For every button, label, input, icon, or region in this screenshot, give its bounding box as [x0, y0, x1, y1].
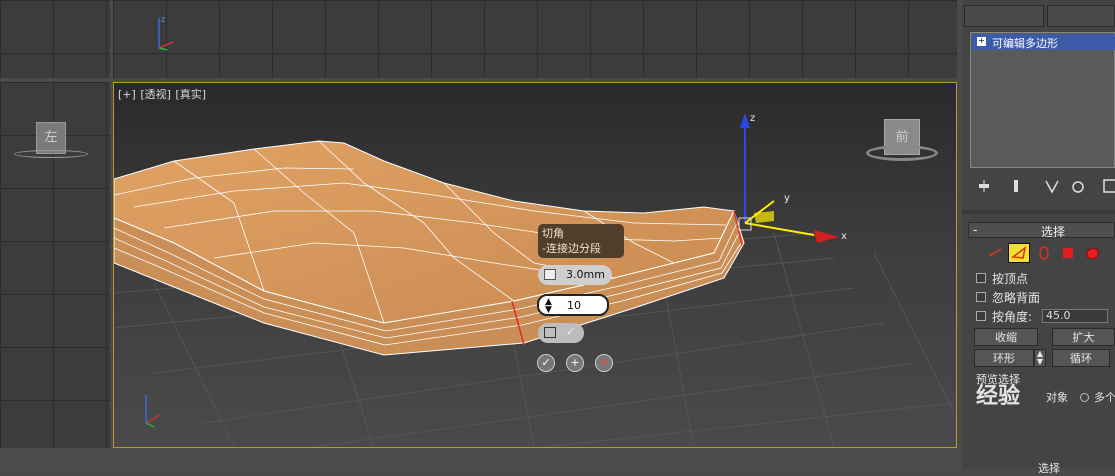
- selection-rollout-title: 选择: [1041, 225, 1066, 239]
- viewcube-face-label: 左: [44, 130, 58, 145]
- caddy-title: 切角: [542, 227, 564, 240]
- by-vertex-label: 按顶点: [992, 272, 1029, 286]
- caddy-cancel-button[interactable]: ✕: [595, 354, 613, 372]
- ignore-backfacing-label: 忽略背面: [992, 291, 1041, 305]
- expand-icon[interactable]: +: [977, 37, 986, 46]
- selection-rollout-header[interactable]: - 选择: [968, 222, 1115, 239]
- angle-value[interactable]: 45.0: [1046, 309, 1071, 322]
- status-strip: [0, 450, 962, 469]
- bottom-partial-label: 选择: [1038, 462, 1060, 475]
- connect-segments-field[interactable]: ▲ ▼ 10: [537, 294, 609, 316]
- viewcube-face-label: 前: [895, 130, 909, 145]
- loop-button[interactable]: 循环: [1052, 349, 1110, 367]
- viewport-front[interactable]: z: [113, 0, 957, 78]
- shrink-button[interactable]: 收缩: [974, 328, 1038, 346]
- panel-divider: [962, 210, 1115, 214]
- command-panel: + 可编辑多边形 - 选择 按顶点 忽略背面 按角度: 45.0 收缩 扩大 环…: [962, 0, 1115, 475]
- amount-value: 3.0mm: [566, 268, 605, 281]
- modifier-stack-item[interactable]: + 可编辑多边形: [972, 34, 1115, 50]
- viewport-left[interactable]: 左: [0, 82, 110, 448]
- collapse-toggle[interactable]: -: [973, 223, 977, 237]
- angle-input[interactable]: 45.0: [1042, 309, 1108, 323]
- by-angle-label: 按角度:: [992, 310, 1033, 324]
- grid-icon: [544, 327, 556, 338]
- chamfer-amount-field[interactable]: 3.0mm: [538, 265, 612, 285]
- caddy-extra-field[interactable]: ✓: [538, 323, 584, 343]
- ignore-backfacing-checkbox[interactable]: [976, 292, 986, 302]
- transform-gizmo: x y z: [738, 113, 847, 243]
- show-end-result-icon[interactable]: [1008, 178, 1024, 194]
- axis-tripod-icon: [145, 395, 161, 428]
- chamfer-caddy-tooltip: 切角 -连接边分段: [538, 224, 624, 258]
- gizmo-axis-z: z: [750, 113, 755, 124]
- segments-value[interactable]: 10: [567, 299, 581, 312]
- axis-tripod-icon: z: [158, 15, 174, 51]
- spinner-icon[interactable]: ▲ ▼: [545, 298, 552, 315]
- border-level-icon[interactable]: [1036, 245, 1052, 261]
- ring-label: 环形: [993, 352, 1015, 365]
- preview-object-label: 对象: [1046, 391, 1068, 404]
- check-faint-icon: ✓: [566, 325, 576, 338]
- polygon-level-icon[interactable]: [1060, 245, 1076, 261]
- preview-multi-radio[interactable]: [1080, 393, 1089, 402]
- preview-multi-label: 多个: [1094, 391, 1115, 404]
- amount-icon: [544, 269, 556, 280]
- scene-canvas: x y z: [114, 113, 955, 447]
- modifier-stack-list[interactable]: + 可编辑多边形: [970, 32, 1115, 168]
- grow-button[interactable]: 扩大: [1052, 328, 1115, 346]
- watermark-text: 经验: [976, 384, 1021, 409]
- make-unique-icon[interactable]: [1044, 178, 1060, 194]
- gizmo-axis-x: x: [841, 231, 847, 242]
- by-angle-checkbox[interactable]: [976, 311, 986, 321]
- caddy-ok-button[interactable]: ✓: [537, 354, 555, 372]
- pin-stack-icon[interactable]: [976, 178, 992, 194]
- edge-level-icon[interactable]: [1008, 243, 1030, 263]
- viewport-top[interactable]: [0, 0, 110, 78]
- panel-top-button-1[interactable]: [964, 5, 1044, 27]
- caddy-subtitle: -连接边分段: [542, 242, 601, 255]
- loop-label: 循环: [1070, 352, 1092, 365]
- by-vertex-checkbox[interactable]: [976, 273, 986, 283]
- vertex-level-icon[interactable]: [988, 245, 1004, 261]
- configure-sets-icon[interactable]: [1102, 178, 1115, 194]
- element-level-icon[interactable]: [1084, 245, 1100, 261]
- viewport-perspective[interactable]: [+] [透视] [真实] x y z 前 切角 -连接边分段 3.0mm ▲ …: [113, 82, 957, 448]
- svg-text:z: z: [161, 15, 165, 24]
- gizmo-axis-y: y: [784, 193, 790, 204]
- ring-button[interactable]: 环形: [974, 349, 1034, 367]
- ring-spinner[interactable]: ▲ ▼: [1034, 349, 1046, 367]
- viewcube-ring[interactable]: [866, 145, 938, 161]
- panel-top-button-2[interactable]: [1047, 5, 1115, 27]
- shrink-label: 收缩: [995, 331, 1017, 344]
- grow-label: 扩大: [1072, 331, 1095, 344]
- modifier-name[interactable]: 可编辑多边形: [992, 35, 1058, 51]
- viewcube-ring: [14, 150, 88, 158]
- caddy-apply-button[interactable]: +: [566, 354, 584, 372]
- remove-modifier-icon[interactable]: [1070, 178, 1086, 194]
